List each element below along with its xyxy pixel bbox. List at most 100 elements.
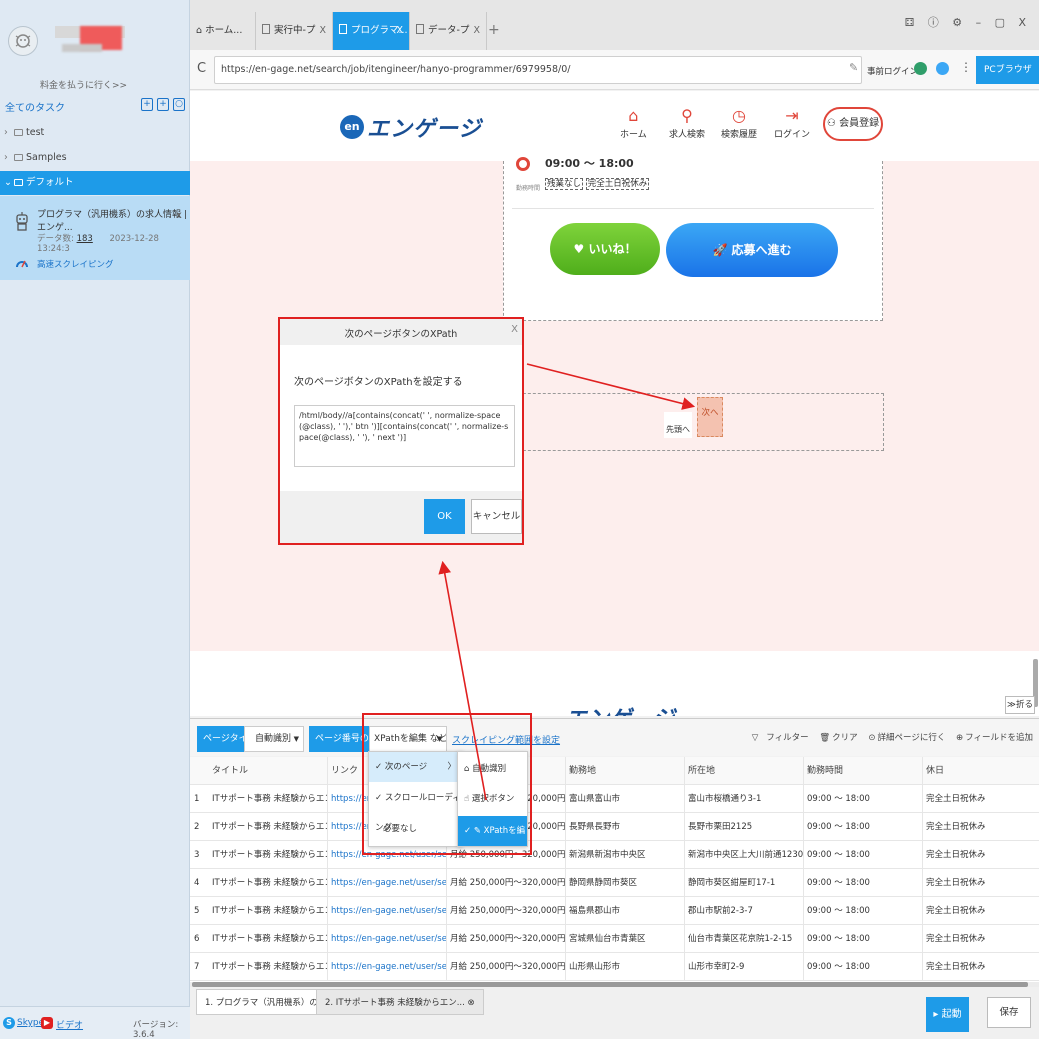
table-cell-area[interactable]: 宮城県仙台市青葉区 [567, 925, 685, 953]
pre-login-button[interactable]: 事前ログイン [867, 65, 918, 77]
table-cell-area[interactable]: 福島県郡山市 [567, 897, 685, 925]
table-cell-address[interactable]: 富山市桜橋通り3-1 [686, 785, 804, 813]
all-tasks-label[interactable]: 全てのタスク [5, 99, 65, 114]
first-page-link[interactable]: 先頭へ [664, 412, 692, 438]
close-icon[interactable]: X [396, 12, 403, 50]
table-cell-holiday[interactable]: 完全土日祝休み [924, 897, 1039, 925]
submenu-item-select-button[interactable]: ☝ 選択ボタン [458, 784, 527, 814]
search-task-icon[interactable]: ○ [173, 98, 185, 111]
nav-history[interactable]: ◷ 検索履歴 [721, 105, 757, 140]
column-header[interactable]: 所在地 [686, 757, 804, 785]
table-cell-area[interactable]: 富山県富山市 [567, 785, 685, 813]
extension-icon[interactable] [936, 62, 949, 75]
avatar[interactable] [8, 26, 38, 56]
table-row[interactable]: 3ITサポート事務 未経験からエンジ...https://en-gage.net… [190, 841, 1039, 869]
table-cell-hours[interactable]: 09:00 ～ 18:00 [805, 925, 923, 953]
window-controls[interactable]: ⚃ ⓘ ⚙ – ▢ X [905, 14, 1031, 30]
tab-running[interactable]: 実行中-プロ...X [256, 12, 333, 74]
url-input[interactable]: https://en-gage.net/search/job/itenginee… [214, 56, 862, 84]
clear-button[interactable]: クリア [832, 733, 858, 743]
table-cell-address[interactable]: 新潟市中央区上大川前通1230-7 [686, 841, 804, 869]
table-cell-area[interactable]: 山形県山形市 [567, 953, 685, 981]
table-cell-address[interactable]: 山形市幸町2-9 [686, 953, 804, 981]
close-icon[interactable]: x [176, 210, 182, 221]
table-cell-area[interactable]: 静岡県静岡市葵区 [567, 869, 685, 897]
table-cell-hours[interactable]: 09:00 ～ 18:00 [805, 869, 923, 897]
submenu-item-auto[interactable]: ⌂ 自動識別 [458, 754, 527, 784]
new-folder-icon[interactable]: + [157, 98, 169, 111]
task-card[interactable]: プログラマ（汎用機系）の求人情報 | エンゲ... x データ数: 183 20… [0, 196, 190, 280]
table-cell-holiday[interactable]: 完全土日祝休み [924, 813, 1039, 841]
table-cell-holiday[interactable]: 完全土日祝休み [924, 785, 1039, 813]
like-button[interactable]: ♥ いいね！ [550, 223, 660, 275]
detail-page-button[interactable]: 詳細ページに行く [877, 733, 945, 743]
table-cell-address[interactable]: 郡山市駅前2-3-7 [686, 897, 804, 925]
filter-button[interactable]: フィルター [766, 733, 808, 743]
collapse-button[interactable]: ≫折る [1005, 696, 1035, 714]
table-cell-area[interactable]: 長野県長野市 [567, 813, 685, 841]
table-cell-salary[interactable]: 月給 250,000円～320,000円 (※想定... [448, 953, 566, 981]
table-cell-holiday[interactable]: 完全土日祝休み [924, 869, 1039, 897]
bottom-tab-2[interactable]: 2. ITサポート事務 未経験からエン... ⊗ [316, 989, 484, 1015]
table-cell-link[interactable]: https://en-gage.net/user/search/desc... [329, 925, 447, 953]
table-cell-address[interactable]: 静岡市葵区紺屋町17-1 [686, 869, 804, 897]
video-link[interactable]: ビデオ [56, 1018, 83, 1031]
table-cell-title[interactable]: ITサポート事務 未経験からエンジ... [210, 925, 328, 953]
table-cell-title[interactable]: ITサポート事務 未経験からエンジ... [210, 953, 328, 981]
video-icon[interactable]: ▶ [41, 1017, 53, 1029]
table-cell-hours[interactable]: 09:00 ～ 18:00 [805, 841, 923, 869]
tab-programmer[interactable]: プログラマ... X [333, 12, 410, 50]
plus-circle-icon[interactable]: ⊕ [956, 733, 963, 743]
nav-login[interactable]: ⇥ ログイン [774, 105, 810, 140]
table-cell-title[interactable]: ITサポート事務 未経験からエンジ... [210, 869, 328, 897]
extension-icon[interactable] [914, 62, 927, 75]
page-type-select[interactable]: 自動識別 ▼ [244, 726, 304, 752]
close-icon[interactable]: X [511, 324, 518, 335]
trash-icon[interactable]: 🗑 [819, 733, 830, 743]
tab-data[interactable]: データ-プロ...X [410, 12, 487, 74]
menu-item-scroll-loading[interactable]: ✓ スクロールローディング [369, 783, 462, 833]
table-cell-address[interactable]: 仙台市青葉区花京院1-2-15 [686, 925, 804, 953]
reload-icon[interactable]: C [197, 61, 206, 76]
menu-item-none[interactable]: 必要なし [369, 814, 462, 844]
table-cell-link[interactable]: https://en-gage.net/user/search/desc... [329, 953, 447, 981]
nav-search[interactable]: ⚲ 求人検索 [669, 105, 705, 140]
add-field-button[interactable]: フィールドを追加 [965, 733, 1033, 743]
table-row[interactable]: 4 ITサポート事務 未経験からエンジ...https://en-gage.net… [190, 869, 1039, 897]
table-cell-hours[interactable]: 09:00 ～ 18:00 [805, 785, 923, 813]
table-cell-salary[interactable]: 月給 250,000円～320,000円 (※想定... [448, 897, 566, 925]
register-button[interactable]: ⚇ 会員登録 [823, 107, 883, 141]
link-icon[interactable]: ⊙ [868, 733, 875, 743]
table-row[interactable]: 2ITサポート事務 未経験からエンジ...https://en-gage.net… [190, 813, 1039, 841]
column-header[interactable]: 休日 [924, 757, 1039, 785]
table-cell-hours[interactable]: 09:00 ～ 18:00 [805, 897, 923, 925]
table-cell-title[interactable]: ITサポート事務 未経験からエンジ... [210, 813, 328, 841]
next-page-link[interactable]: 次へ [697, 397, 723, 437]
tab-home[interactable]: ⌂ ホーム... [190, 12, 256, 50]
column-header[interactable]: 勤務時間 [805, 757, 923, 785]
skype-icon[interactable]: S [3, 1017, 15, 1029]
nav-home[interactable]: ⌂ ホーム [620, 105, 647, 140]
cancel-button[interactable]: キャンセル [471, 499, 522, 534]
close-icon[interactable]: ⊗ [468, 998, 475, 1008]
pay-link[interactable]: 料金を払うに行く>> [40, 78, 127, 91]
column-header[interactable]: タイトル [210, 757, 328, 785]
table-cell-salary[interactable]: 月給 250,000円～320,000円 (※想定... [448, 925, 566, 953]
folder-samples[interactable]: › Samples [0, 146, 190, 170]
table-cell-holiday[interactable]: 完全土日祝休み [924, 841, 1039, 869]
table-row[interactable]: 5 ITサポート事務 未経験からエンジ...https://en-gage.net… [190, 897, 1039, 925]
table-cell-address[interactable]: 長野市栗田2125 [686, 813, 804, 841]
table-cell-title[interactable]: ITサポート事務 未経験からエンジ... [210, 841, 328, 869]
folder-default[interactable]: ⌄ デフォルト [0, 171, 190, 195]
close-icon[interactable]: X [473, 12, 480, 50]
task-title[interactable]: プログラマ（汎用機系）の求人情報 | エンゲ... [37, 207, 190, 233]
new-task-icon[interactable]: + [141, 98, 153, 111]
table-cell-link[interactable]: https://en-gage.net/user/search/desc... [329, 869, 447, 897]
table-cell-holiday[interactable]: 完全土日祝休み [924, 925, 1039, 953]
xpath-input[interactable]: /html/body//a[contains(concat(' ', norma… [294, 405, 515, 467]
table-cell-link[interactable]: https://en-gage.net/user/search/desc... [329, 897, 447, 925]
pencil-icon[interactable]: ✎ [849, 61, 858, 74]
menu-item-next-page[interactable]: ✓ 次のページ〉 [369, 752, 462, 782]
table-row[interactable]: 6 ITサポート事務 未経験からエンジ...https://en-gage.net… [190, 925, 1039, 953]
set-range-link[interactable]: スクレイピング範囲を設定 [452, 733, 560, 746]
